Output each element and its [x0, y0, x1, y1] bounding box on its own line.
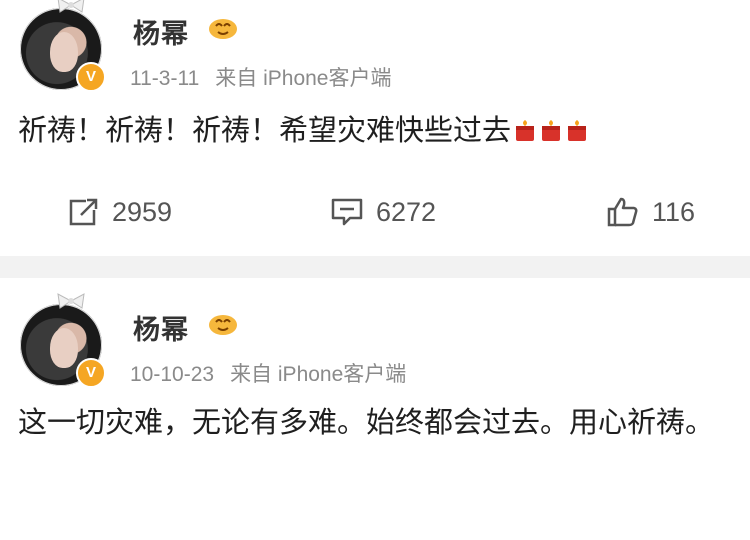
post-source[interactable]: 来自 iPhone客户端 [215, 67, 391, 90]
vip-crown-icon [209, 315, 237, 335]
post-meta: 11-3-11 来自 iPhone客户端 [130, 62, 392, 92]
candle-icon [516, 120, 535, 141]
post-date: 11-3-11 [130, 67, 200, 90]
post-text: 这一切灾难，无论有多难。始终都会过去。用心祈祷。 [18, 405, 715, 439]
comment-icon [331, 198, 363, 226]
post-source[interactable]: 来自 iPhone客户端 [230, 363, 406, 386]
post-date: 10-10-23 [130, 363, 215, 386]
post-actions-bar: 2959 6272 116 [0, 196, 750, 240]
post-separator [0, 256, 750, 278]
avatar-face [50, 328, 78, 368]
repost-button[interactable]: 2959 [66, 196, 172, 228]
repost-count: 2959 [112, 196, 173, 227]
verified-badge-icon: V [76, 62, 106, 92]
post-text: 祈祷！祈祷！祈祷！希望灾难快些过去 [18, 113, 512, 147]
author-name[interactable]: 杨幂 [133, 308, 189, 347]
post-meta: 10-10-23 来自 iPhone客户端 [130, 358, 406, 388]
candle-icon [542, 120, 561, 141]
avatar-face [50, 32, 78, 72]
vip-crown-icon [209, 19, 237, 39]
post-content: 这一切灾难，无论有多难。始终都会过去。用心祈祷。 [18, 400, 732, 444]
like-button[interactable]: 116 [606, 196, 695, 228]
candle-icon [568, 120, 587, 141]
repost-icon [69, 198, 98, 226]
comment-button[interactable]: 6272 [330, 196, 436, 228]
author-name[interactable]: 杨幂 [133, 12, 189, 51]
post-card: V 杨幂 11-3-11 来自 iPhone客户端 祈祷！祈祷！祈祷！希望灾难快些… [0, 0, 750, 256]
post-card: V 杨幂 10-10-23 来自 iPhone客户端 这一切灾难，无论有多难。始终… [0, 278, 750, 540]
bow-icon [57, 293, 85, 309]
bow-icon [57, 0, 85, 13]
comment-count: 6272 [376, 196, 437, 227]
like-count: 116 [652, 196, 696, 227]
verified-badge-icon: V [76, 358, 106, 388]
thumbs-up-icon [607, 197, 638, 227]
post-content: 祈祷！祈祷！祈祷！希望灾难快些过去 [18, 108, 732, 152]
